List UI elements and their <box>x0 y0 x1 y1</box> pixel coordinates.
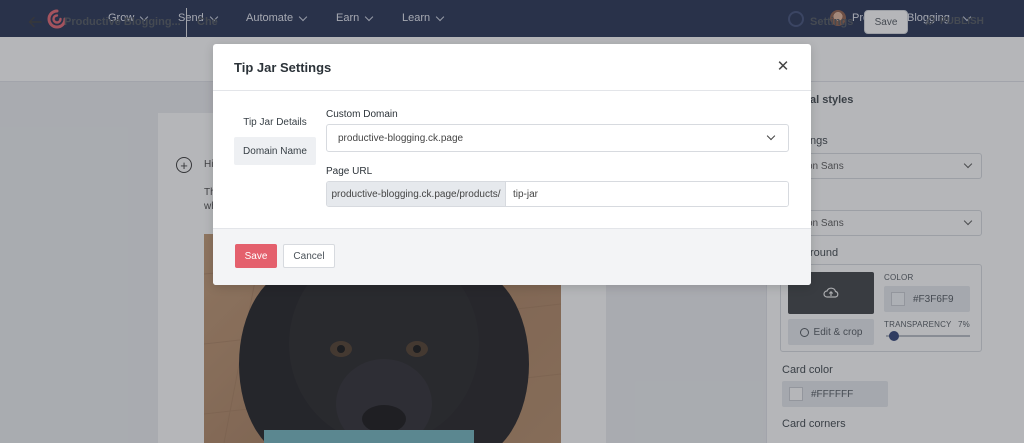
cancel-button[interactable]: Cancel <box>283 244 335 268</box>
page-url-field: productive-blogging.ck.page/products/ <box>326 181 789 207</box>
tab-tip-jar-details[interactable]: Tip Jar Details <box>234 108 316 136</box>
custom-domain-value: productive-blogging.ck.page <box>338 133 464 144</box>
url-slug-input[interactable] <box>507 182 788 206</box>
page-url-label: Page URL <box>326 166 373 177</box>
modal-footer: Save Cancel <box>213 228 811 285</box>
close-icon[interactable]: ✕ <box>775 59 791 75</box>
modal-header: Tip Jar Settings ✕ <box>213 44 811 91</box>
tip-jar-settings-modal: Tip Jar Settings ✕ Tip Jar Details Domai… <box>213 44 811 285</box>
save-button[interactable]: Save <box>235 244 277 268</box>
chevron-down-icon <box>766 131 776 141</box>
custom-domain-select[interactable]: productive-blogging.ck.page <box>326 124 789 152</box>
url-prefix: productive-blogging.ck.page/products/ <box>327 182 506 206</box>
tab-domain-name[interactable]: Domain Name <box>234 137 316 165</box>
custom-domain-label: Custom Domain <box>326 109 398 120</box>
modal-title: Tip Jar Settings <box>234 60 332 75</box>
